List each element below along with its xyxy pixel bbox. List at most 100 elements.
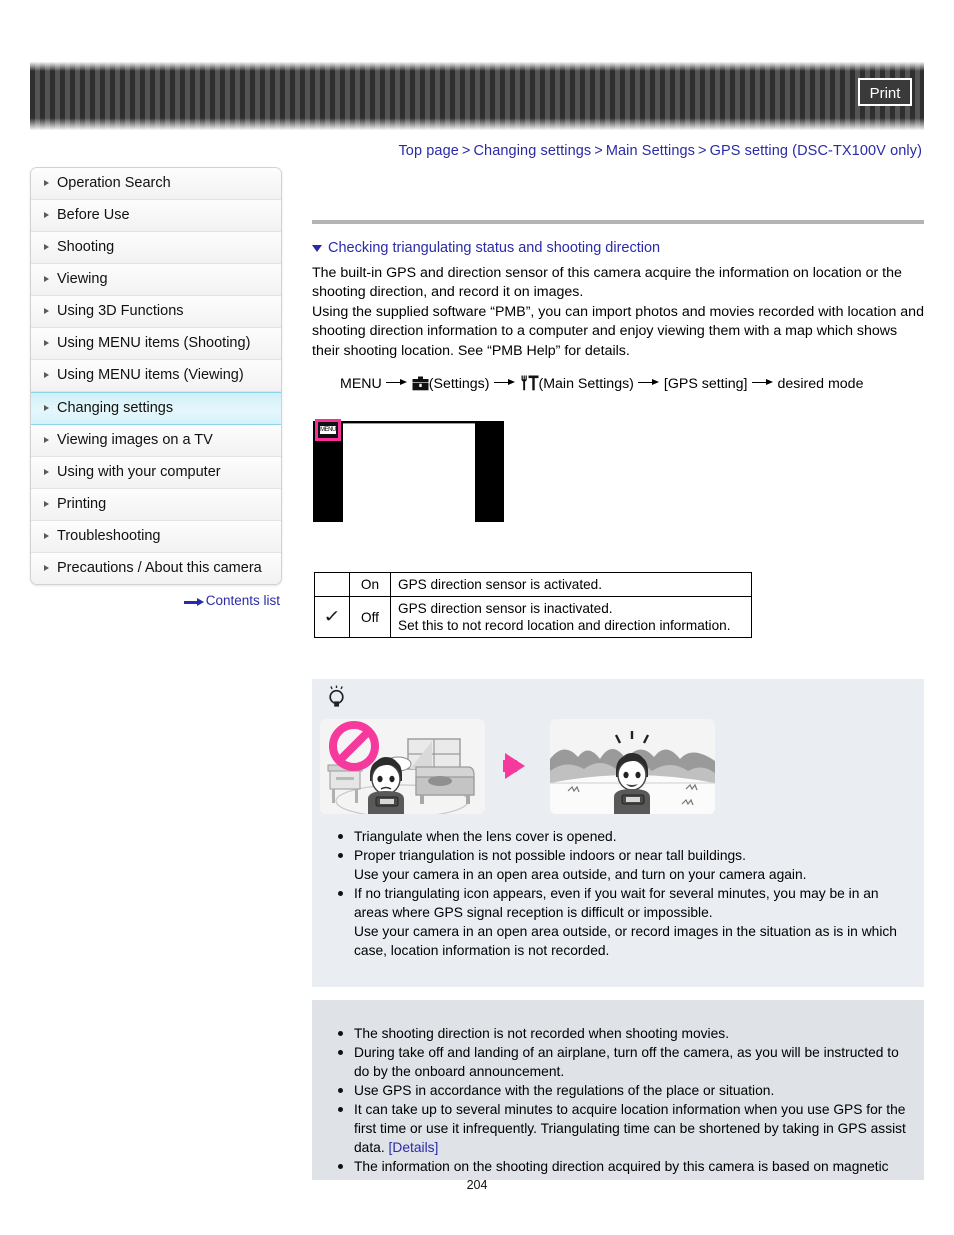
setting-description-cell: GPS direction sensor is activated.: [390, 572, 752, 597]
bullet-dot-icon: [338, 1164, 343, 1169]
illustration-indoor: ...: [320, 719, 485, 814]
list-item-text: Triangulate when the lens cover is opene…: [354, 829, 617, 844]
bullet-dot-icon: [338, 1050, 343, 1055]
breadcrumb-separator: >: [594, 143, 603, 159]
list-item-text: The information on the shooting directio…: [354, 1159, 889, 1174]
triangle-right-icon: [44, 340, 49, 346]
section-title: Checking triangulating status and shooti…: [312, 240, 924, 256]
contents-list-label: Contents list: [205, 593, 280, 608]
sidebar-item-using-3d-functions[interactable]: Using 3D Functions: [31, 296, 281, 328]
list-item: It can take up to several minutes to acq…: [330, 1100, 912, 1157]
sidebar-item-using-menu-items-shooting[interactable]: Using MENU items (Shooting): [31, 328, 281, 360]
wrench-main-settings-icon: [520, 375, 539, 397]
default-check-cell: [314, 572, 350, 597]
paragraph-2: Using the supplied software “PMB”, you c…: [312, 303, 924, 359]
bullet-dot-icon: [338, 1031, 343, 1036]
bullet-dot-icon: [338, 891, 343, 896]
list-item-text: If no triangulating icon appears, even i…: [354, 886, 897, 958]
lightbulb-icon: [324, 685, 352, 713]
tip-box: ...: [312, 679, 924, 987]
gps-setting-table: On GPS direction sensor is activated. ✓ Off…: [314, 572, 752, 638]
list-item: If no triangulating icon appears, even i…: [330, 884, 912, 960]
sidebar-item-label: Viewing images on a TV: [57, 432, 213, 448]
main-content: Checking triangulating status and shooti…: [312, 167, 924, 397]
sidebar-item-precautions-about-this-camera[interactable]: Precautions / About this camera: [31, 553, 281, 584]
menu-chip-label: MENU: [320, 426, 336, 434]
sidebar-item-printing[interactable]: Printing: [31, 489, 281, 521]
sidebar-item-label: Operation Search: [57, 175, 171, 191]
triangle-right-icon: [44, 533, 49, 539]
breadcrumb-item-changing-settings[interactable]: Changing settings: [473, 143, 591, 159]
breadcrumb-separator: >: [698, 143, 707, 159]
sidebar-item-viewing-images-on-a-tv[interactable]: Viewing images on a TV: [31, 425, 281, 457]
arrow-right-icon: [751, 379, 774, 386]
sidebar-item-viewing[interactable]: Viewing: [31, 264, 281, 296]
triangle-right-icon: [44, 501, 49, 507]
sidebar-item-label: Using MENU items (Shooting): [57, 335, 251, 351]
breadcrumb: Top page > Changing settings > Main Settings…: [330, 143, 922, 159]
sidebar-item-label: Using MENU items (Viewing): [57, 367, 244, 383]
bullet-dot-icon: [338, 1088, 343, 1093]
triangle-right-icon: [44, 437, 49, 443]
sidebar-item-label: Printing: [57, 496, 107, 512]
arrow-right-pink-icon: [503, 753, 525, 779]
notes-box: The shooting direction is not recorded w…: [312, 1000, 924, 1180]
breadcrumb-item-main-settings[interactable]: Main Settings: [606, 143, 695, 159]
triangle-right-icon: [44, 180, 49, 186]
sidebar-nav: Operation Search Before Use Shooting Viewin…: [30, 167, 282, 585]
table-row: ✓ Off GPS direction sensor is inactivated.…: [314, 596, 752, 638]
triangle-right-icon: [44, 276, 49, 282]
illustration-outdoor: [550, 719, 715, 814]
details-link[interactable]: [Details]: [389, 1140, 439, 1155]
content-divider: [312, 220, 924, 224]
tip-bullet-list: Triangulate when the lens cover is opene…: [330, 827, 912, 960]
list-item: The shooting direction is not recorded w…: [330, 1024, 912, 1043]
print-button[interactable]: Print: [858, 78, 912, 106]
triangle-right-icon: [44, 212, 49, 218]
toolbox-settings-icon: [412, 376, 429, 397]
menu-path-end-label: desired mode: [777, 376, 864, 393]
sidebar-item-shooting[interactable]: Shooting: [31, 232, 281, 264]
list-item-text: The shooting direction is not recorded w…: [354, 1026, 730, 1041]
sidebar-item-label: Troubleshooting: [57, 528, 161, 544]
setting-value-cell: Off: [349, 596, 391, 638]
bullet-dot-icon: [338, 853, 343, 858]
triangle-right-icon: [44, 308, 49, 314]
page-number: 204: [466, 1178, 488, 1192]
menu-path-main-settings-label: (Main Settings): [538, 376, 634, 393]
breadcrumb-item-top-page[interactable]: Top page: [398, 143, 458, 159]
sidebar-item-changing-settings[interactable]: Changing settings: [31, 392, 281, 425]
default-check-cell: ✓: [314, 596, 350, 638]
bullet-dot-icon: [338, 1107, 343, 1112]
menu-button-highlight: MENU: [315, 419, 341, 441]
arrow-right-icon: [493, 379, 516, 386]
triangle-right-icon: [44, 469, 49, 475]
sidebar-item-label: Using 3D Functions: [57, 303, 184, 319]
description-line: GPS direction sensor is inactivated.: [398, 601, 613, 616]
sidebar-item-label: Changing settings: [57, 400, 174, 416]
sidebar-item-label: Viewing: [57, 271, 108, 287]
sidebar-item-operation-search[interactable]: Operation Search: [31, 168, 281, 200]
setting-value-cell: On: [349, 572, 391, 597]
triangle-down-icon: [312, 245, 322, 252]
contents-list-link[interactable]: Contents list: [30, 593, 280, 608]
notes-bullet-list: The shooting direction is not recorded w…: [330, 1024, 912, 1176]
section-title-label: Checking triangulating status and shooti…: [328, 240, 661, 256]
setting-description-cell: GPS direction sensor is inactivated. Set …: [390, 596, 752, 638]
list-item-text: Proper triangulation is not possible ind…: [354, 848, 807, 882]
list-item-text: It can take up to several minutes to acq…: [354, 1102, 906, 1155]
checkmark-icon: ✓: [323, 607, 341, 626]
sidebar-item-using-menu-items-viewing[interactable]: Using MENU items (Viewing): [31, 360, 281, 392]
header-band: Print: [30, 62, 924, 130]
breadcrumb-separator: >: [461, 143, 471, 159]
paragraph-1: The built-in GPS and direction sensor of…: [312, 265, 902, 301]
list-item: The information on the shooting directio…: [330, 1157, 912, 1176]
sidebar-item-label: Using with your computer: [57, 464, 221, 480]
description-line: GPS direction sensor is activated.: [398, 577, 602, 592]
sidebar-item-troubleshooting[interactable]: Troubleshooting: [31, 521, 281, 553]
list-item: Proper triangulation is not possible ind…: [330, 846, 912, 884]
sidebar-item-before-use[interactable]: Before Use: [31, 200, 281, 232]
list-item: Use GPS in accordance with the regulatio…: [330, 1081, 912, 1100]
list-item: During take off and landing of an airpla…: [330, 1043, 912, 1081]
sidebar-item-using-with-your-computer[interactable]: Using with your computer: [31, 457, 281, 489]
